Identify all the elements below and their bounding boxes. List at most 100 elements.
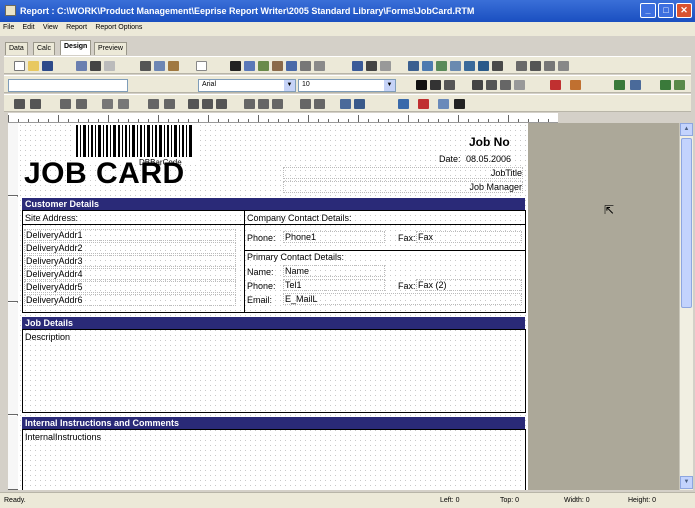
line-color-icon[interactable]	[418, 99, 429, 109]
maximize-button[interactable]: □	[658, 3, 674, 18]
space-horiz-icon[interactable]	[102, 99, 113, 109]
align-right-icon[interactable]	[500, 80, 511, 90]
address-field-1[interactable]: DeliveryAddr1	[24, 229, 236, 241]
align-tops-icon[interactable]	[60, 99, 71, 109]
job-details-header[interactable]: Job Details	[22, 317, 525, 329]
dbchart-icon[interactable]	[492, 61, 503, 71]
dbrichtext-icon[interactable]	[436, 61, 447, 71]
site-address-label[interactable]: Site Address:	[25, 213, 78, 223]
line-icon[interactable]	[300, 61, 311, 71]
menu-view[interactable]: View	[40, 22, 61, 33]
space-vert-icon[interactable]	[118, 99, 129, 109]
image-icon[interactable]	[272, 61, 283, 71]
table-icon[interactable]	[530, 61, 541, 71]
dbtext-icon[interactable]	[408, 61, 419, 71]
report-title[interactable]: JOB CARD	[24, 157, 185, 191]
tab-calc[interactable]: Calc	[33, 42, 56, 55]
align-left-icon[interactable]	[472, 80, 483, 90]
align-centers-icon[interactable]	[30, 99, 41, 109]
scroll-thumb[interactable]	[681, 138, 692, 308]
phone-label[interactable]: Phone:	[247, 233, 276, 243]
scroll-up-icon[interactable]: ▲	[680, 123, 693, 136]
tab-preview[interactable]: Preview	[94, 42, 127, 55]
select-pointer-icon[interactable]	[196, 61, 207, 71]
menu-edit[interactable]: Edit	[20, 22, 38, 33]
nudge-down-icon[interactable]	[258, 99, 269, 109]
font-name-combo[interactable]: Arial ▼	[198, 79, 296, 92]
nudge-step-icon[interactable]	[314, 99, 325, 109]
nudge-right-icon[interactable]	[300, 99, 311, 109]
internal-instructions-header[interactable]: Internal Instructions and Comments	[22, 417, 525, 429]
band-marker-header[interactable]	[8, 123, 18, 196]
band-marker-job[interactable]	[8, 303, 18, 415]
fill-color-icon[interactable]	[398, 99, 409, 109]
align-lefts-icon[interactable]	[14, 99, 25, 109]
memo-icon[interactable]	[244, 61, 255, 71]
align-bottoms-icon[interactable]	[76, 99, 87, 109]
region-icon[interactable]	[352, 61, 363, 71]
dbbarcode-icon[interactable]	[478, 61, 489, 71]
band-marker-customer[interactable]	[8, 197, 18, 302]
bring-front-icon[interactable]	[674, 80, 685, 90]
tab-design[interactable]: Design	[60, 40, 92, 55]
open-icon[interactable]	[28, 61, 39, 71]
center-horiz-icon[interactable]	[148, 99, 159, 109]
fax-label[interactable]: Fax:	[398, 233, 416, 243]
size-both-icon[interactable]	[216, 99, 227, 109]
job-manager-field[interactable]: Job Manager	[283, 181, 523, 193]
border-icon[interactable]	[630, 80, 641, 90]
font-size-combo[interactable]: 10 ▼	[298, 79, 396, 92]
save-icon[interactable]	[42, 61, 53, 71]
email-label[interactable]: Email:	[247, 295, 272, 305]
label-icon[interactable]	[230, 61, 241, 71]
band-marker-internal[interactable]	[8, 416, 18, 490]
new-icon[interactable]	[14, 61, 25, 71]
job-no-label[interactable]: Job No	[469, 135, 510, 149]
address-field-4[interactable]: DeliveryAddr4	[24, 268, 236, 280]
line-style-icon[interactable]	[438, 99, 449, 109]
chart-icon[interactable]	[340, 99, 351, 109]
job-details-box[interactable]	[22, 329, 526, 413]
job-title-field[interactable]: JobTitle	[283, 167, 523, 179]
barcode-icon[interactable]	[314, 61, 325, 71]
italic-icon[interactable]	[430, 80, 441, 90]
print-preview-icon[interactable]	[104, 61, 115, 71]
menu-report[interactable]: Report	[63, 22, 90, 33]
underline-icon[interactable]	[444, 80, 455, 90]
size-width-icon[interactable]	[188, 99, 199, 109]
dbmemo-icon[interactable]	[422, 61, 433, 71]
customer-details-header[interactable]: Customer Details	[22, 198, 525, 210]
justify-icon[interactable]	[514, 80, 525, 90]
date-label[interactable]: Date:	[439, 154, 461, 164]
barcode-image[interactable]	[74, 125, 196, 161]
font-color-icon[interactable]	[550, 80, 561, 90]
scroll-down-icon[interactable]: ▼	[680, 476, 693, 489]
anchor-icon[interactable]	[614, 80, 625, 90]
menu-file[interactable]: File	[0, 22, 17, 33]
minimize-button[interactable]: _	[640, 3, 656, 18]
bold-icon[interactable]	[416, 80, 427, 90]
size-height-icon[interactable]	[202, 99, 213, 109]
name-label[interactable]: Name:	[247, 267, 274, 277]
cut-icon[interactable]	[140, 61, 151, 71]
fax2-label[interactable]: Fax:	[398, 281, 416, 291]
richtext-icon[interactable]	[258, 61, 269, 71]
align-center-icon[interactable]	[486, 80, 497, 90]
fax2-field[interactable]: Fax (2)	[416, 279, 522, 291]
date-value[interactable]: 08.05.2006	[466, 154, 511, 164]
address-field-3[interactable]: DeliveryAddr3	[24, 255, 236, 267]
print-icon[interactable]	[90, 61, 101, 71]
address-field-6[interactable]: DeliveryAddr6	[24, 294, 236, 306]
center-vert-icon[interactable]	[164, 99, 175, 109]
vertical-scrollbar[interactable]: ▲ ▼	[679, 123, 693, 490]
page-icon[interactable]	[544, 61, 555, 71]
highlight-color-icon[interactable]	[570, 80, 581, 90]
phone2-label[interactable]: Phone:	[247, 281, 276, 291]
subreport-icon[interactable]	[366, 61, 377, 71]
dbcalc-icon[interactable]	[450, 61, 461, 71]
dbimage-icon[interactable]	[464, 61, 475, 71]
phone2-field[interactable]: Tel1	[283, 279, 385, 291]
crosstab-icon[interactable]	[380, 61, 391, 71]
email-field[interactable]: E_MailL	[283, 293, 522, 305]
grid-icon[interactable]	[516, 61, 527, 71]
